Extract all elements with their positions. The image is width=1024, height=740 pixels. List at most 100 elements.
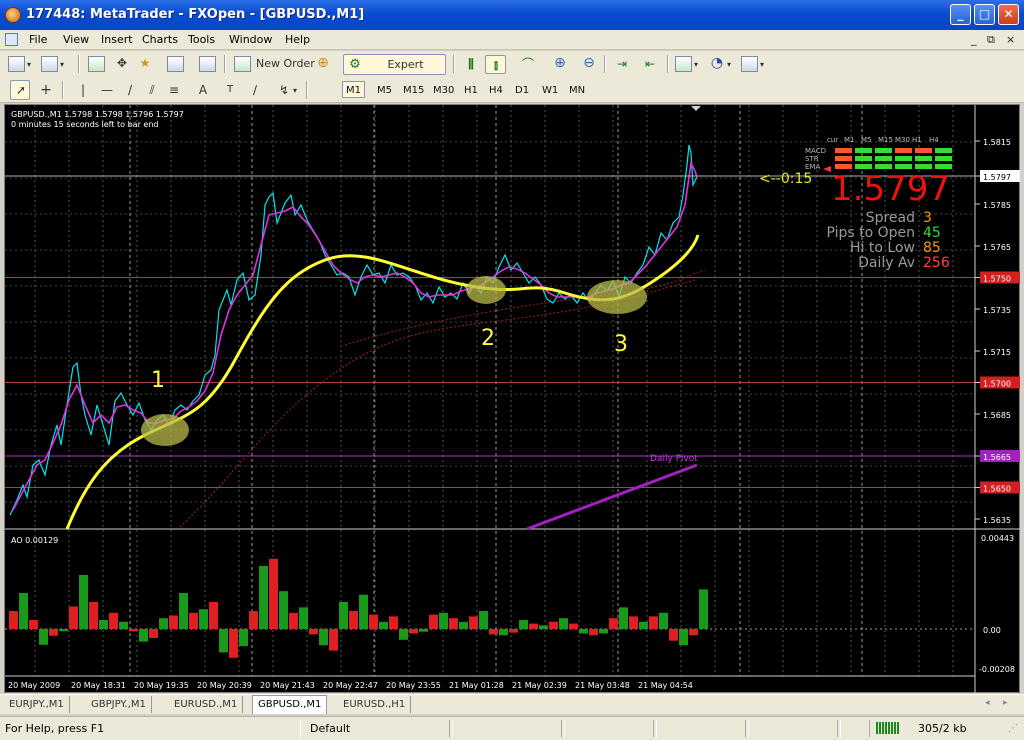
line-chart-icon[interactable]: ⌒ (519, 55, 537, 73)
tab-gbpusd-m1[interactable]: GBPUSD.,M1 (252, 695, 328, 714)
timeframe-h4[interactable]: H4 (486, 82, 506, 99)
periods-icon[interactable]: ◔ (708, 54, 726, 72)
equidistant-channel-icon[interactable]: ⫽ (143, 81, 161, 99)
signal-header: H1 (912, 136, 922, 144)
expert-advisors-button[interactable]: ⚙ Expert Advisors (343, 54, 446, 89)
status-segment (656, 720, 746, 737)
stat-label: Hi to Low (850, 240, 915, 256)
dropdown-arrow-icon[interactable]: ▾ (27, 56, 31, 74)
menu-charts[interactable]: Charts (142, 33, 178, 46)
dropdown-arrow-icon[interactable]: ▾ (60, 56, 64, 74)
chart-window-icon[interactable] (5, 33, 18, 46)
signal-cell (935, 148, 952, 153)
vertical-line-icon[interactable]: | (76, 81, 90, 99)
dropdown-arrow-icon[interactable]: ▾ (760, 56, 764, 74)
auto-scroll-icon[interactable]: ⇥ (613, 55, 631, 73)
timeframe-w1[interactable]: W1 (539, 82, 561, 99)
tab-gbpjpy-m1[interactable]: GBPJPY.,M1 (86, 696, 152, 713)
tab-eurusd-m1[interactable]: EURUSD.,M1 (169, 696, 244, 713)
timeframe-d1[interactable]: D1 (512, 82, 532, 99)
chart-shift-icon[interactable]: ⇤ (641, 55, 659, 73)
dropdown-arrow-icon[interactable]: ▾ (293, 82, 297, 100)
templates-icon[interactable] (741, 56, 758, 72)
candlestick-button[interactable]: ⫾ (485, 55, 506, 74)
timeframe-mn[interactable]: MN (566, 82, 588, 99)
trendline-icon[interactable]: / (121, 81, 139, 99)
minimize-button[interactable]: _ (950, 4, 971, 25)
price-chart[interactable]: Daily Pivot 1 2 3 GBPUSD.,M1 1.5798 1.57… (5, 105, 1021, 694)
text-label-icon[interactable]: T (221, 81, 239, 99)
stats-panel: Spread 3 Pips to Open 45 Hi to Low 85 Daily Av… (826, 210, 949, 271)
timeframe-m15[interactable]: M15 (400, 82, 427, 99)
gann-icon[interactable]: ∕ (246, 81, 264, 99)
menu-insert[interactable]: Insert (101, 33, 133, 46)
tab-eurjpy-m1[interactable]: EURJPY.,M1 (4, 696, 70, 713)
stat-label: Spread (866, 210, 915, 226)
navigator-icon[interactable]: ✥ (113, 54, 131, 72)
mdi-minimize-button[interactable]: _ (971, 33, 977, 46)
status-segment (840, 720, 870, 737)
cursor-button[interactable]: ➚ (10, 80, 30, 100)
stat-label: Pips to Open (826, 225, 915, 241)
marker-1: 1 (151, 368, 165, 393)
menu-file[interactable]: File (29, 33, 47, 46)
signal-row-label: STR (805, 155, 819, 163)
menu-help[interactable]: Help (285, 33, 310, 46)
new-order-button[interactable]: New Order (256, 55, 315, 73)
resize-grip-icon[interactable]: ⋰ (1008, 723, 1018, 734)
indicators-icon[interactable] (675, 56, 692, 72)
tab-eurusd-h1[interactable]: EURUSD.,H1 (338, 696, 412, 713)
metatrader-app-icon[interactable] (5, 7, 21, 23)
price-label: 1.5815 (983, 138, 1011, 147)
highlight-zone-1 (141, 414, 189, 446)
text-icon[interactable]: A (194, 81, 212, 99)
close-button[interactable]: ✕ (998, 4, 1019, 25)
chart-window[interactable]: Daily Pivot 1 2 3 GBPUSD.,M1 1.5798 1.57… (4, 104, 1021, 694)
stat-value: 85 (923, 240, 941, 256)
dropdown-arrow-icon[interactable]: ▾ (727, 56, 731, 74)
tab-scroll-right-icon[interactable]: ▸ (1003, 698, 1008, 708)
toolbar-separator (667, 55, 669, 73)
time-label: 21 May 02:39 (512, 681, 567, 690)
signal-cell (835, 148, 852, 153)
timeframe-m1[interactable]: M1 (342, 81, 365, 98)
timeframe-h1[interactable]: H1 (461, 82, 481, 99)
mdi-close-button[interactable]: × (1006, 33, 1015, 46)
stat-label: Daily Av (858, 255, 915, 271)
signal-header: cur (827, 136, 838, 144)
metaeditor-icon[interactable]: ⊕ (314, 54, 332, 72)
maximize-button[interactable]: □ (974, 4, 995, 25)
time-label: 20 May 18:31 (71, 681, 126, 690)
terminal-icon[interactable] (167, 56, 184, 72)
horizontal-line-icon[interactable]: — (98, 81, 116, 99)
new-order-icon[interactable] (234, 56, 251, 72)
menu-tools[interactable]: Tools (188, 33, 215, 46)
new-chart-icon[interactable] (8, 56, 25, 72)
crosshair-icon[interactable]: + (37, 81, 55, 99)
zoom-in-icon[interactable]: ⊕ (551, 54, 569, 72)
standard-toolbar: ▾ ▾ ✥ ★ New Order ⊕ ⚙ Expert Advisors ⫼ … (0, 51, 1024, 89)
signal-row-label: MACD (805, 147, 826, 155)
arrows-icon[interactable]: ↯ (275, 81, 293, 99)
fibonacci-icon[interactable]: ≡ (165, 81, 183, 99)
mdi-restore-button[interactable]: ⧉ (987, 33, 995, 47)
status-segment (748, 720, 838, 737)
shift-marker-icon[interactable] (691, 106, 701, 111)
market-watch-icon[interactable] (88, 56, 105, 72)
price-label: 1.5715 (983, 348, 1011, 357)
zoom-out-icon[interactable]: ⊖ (580, 54, 598, 72)
favorites-icon[interactable]: ★ (136, 54, 154, 72)
profiles-icon[interactable] (41, 56, 58, 72)
tab-scroll-left-icon[interactable]: ◂ (985, 698, 990, 708)
highlight-zone-3 (587, 280, 647, 314)
connection-status-icon (876, 722, 900, 734)
timeframe-m30[interactable]: M30 (430, 82, 457, 99)
menu-window[interactable]: Window (229, 33, 272, 46)
stat-value: 3 (923, 210, 932, 226)
strategy-tester-icon[interactable] (199, 56, 216, 72)
timeframe-m5[interactable]: M5 (374, 82, 395, 99)
menu-view[interactable]: View (63, 33, 89, 46)
bar-chart-icon[interactable]: ⫼ (462, 55, 480, 73)
dropdown-arrow-icon[interactable]: ▾ (694, 56, 698, 74)
price-label: 1.5785 (983, 201, 1011, 210)
